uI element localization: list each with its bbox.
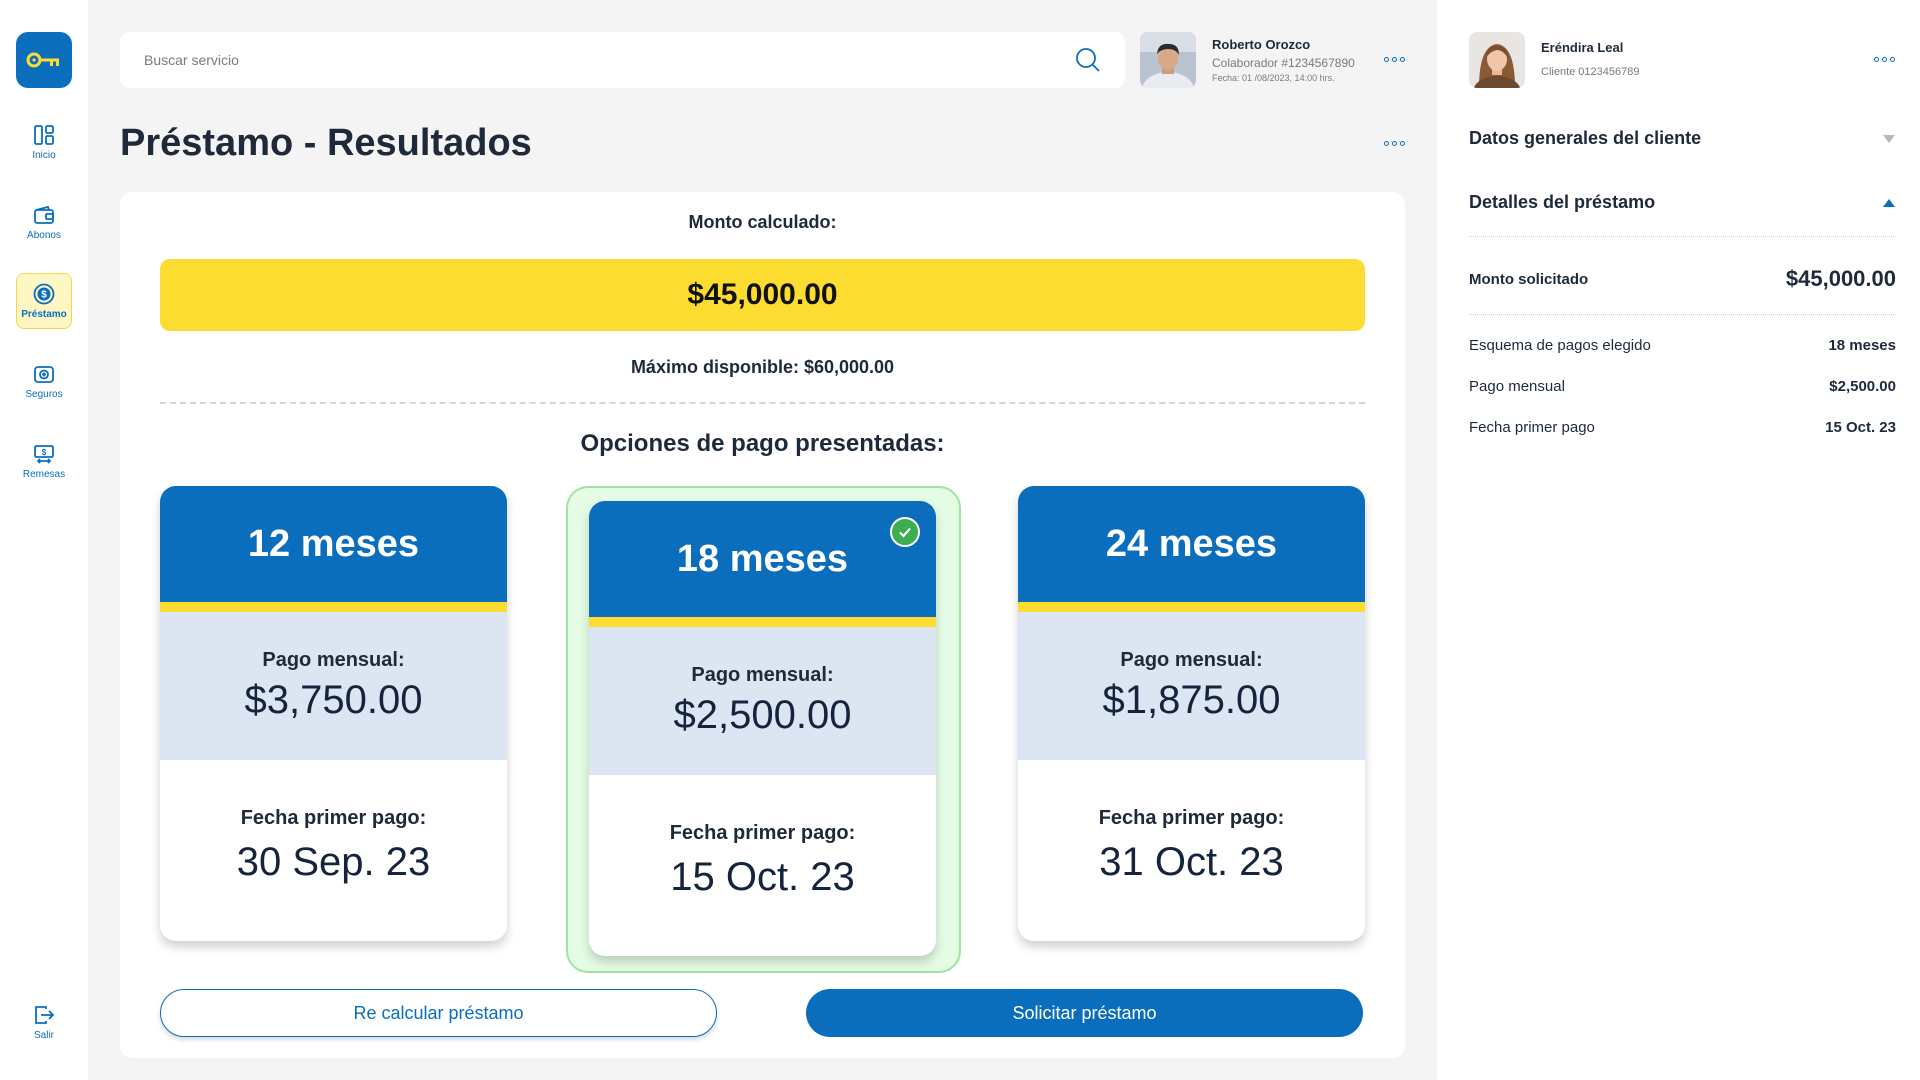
first-payment-value: 15 Oct. 23 [670,854,855,899]
calc-amount-value: $45,000.00 [160,259,1365,331]
detail-label: Esquema de pagos elegido [1469,337,1651,354]
search-bar [120,32,1125,88]
sidebar-item-inicio[interactable]: Inicio [16,114,72,170]
detail-label: Fecha primer pago [1469,419,1595,436]
wallet-icon [34,205,54,224]
sidebar-item-seguros[interactable]: Seguros [16,353,72,409]
calc-amount-label: Monto calculado: [688,212,837,232]
divider [1469,236,1896,237]
collaborator-more-icon[interactable] [1384,57,1405,62]
key-logo-icon[interactable] [16,32,72,88]
sidebar-item-prestamo[interactable]: $ Préstamo [16,273,72,329]
insurance-icon [34,365,54,383]
option-term: 12 meses [160,486,507,612]
client-name: Eréndira Leal [1541,40,1624,55]
sidebar-item-label: Seguros [25,388,63,400]
logout-icon [35,1005,55,1024]
payment-option-card[interactable]: 24 meses Pago mensual: $1,875.00 Fecha p… [1018,486,1365,941]
option-term: 18 meses [589,501,936,627]
first-payment-label: Fecha primer pago: [240,806,427,829]
options-title: Opciones de pago presentadas: [580,430,945,457]
client-avatar [1469,32,1525,88]
check-icon [890,517,920,547]
dashboard-icon [34,124,54,145]
sidebar-item-abonos[interactable]: Abonos [16,194,72,250]
first-payment-value: 31 Oct. 23 [1099,839,1284,884]
first-payment-value: 30 Sep. 23 [236,839,431,884]
dollar-coin-icon: $ [33,283,55,304]
detail-label: Pago mensual [1469,378,1565,395]
client-more-icon[interactable] [1874,57,1895,62]
sidebar-item-label: Remesas [22,468,66,480]
collaborator-name: Roberto Orozco [1212,37,1311,52]
first-payment-label: Fecha primer pago: [669,821,856,844]
monthly-label: Pago mensual: [262,649,405,671]
collaborator-avatar [1140,32,1196,88]
sidebar-item-remesas[interactable]: $ Remesas [16,433,72,489]
sidebar-item-label: Préstamo [21,308,67,320]
monthly-value: $2,500.00 [673,693,852,737]
page-more-icon[interactable] [1384,141,1405,146]
collaborator-id: Colaborador #1234567890 [1212,56,1355,70]
detail-value: 15 Oct. 23 [1825,419,1896,436]
loan-results-card: Monto calculado: $45,000.00 Máximo dispo… [120,192,1405,1058]
caret-down-icon [1883,134,1895,143]
monthly-label: Pago mensual: [1120,649,1263,671]
first-payment-label: Fecha primer pago: [1098,806,1285,829]
detail-row: Esquema de pagos elegido 18 meses [1469,337,1896,354]
money-transfer-icon: $ [34,444,54,464]
divider [160,402,1365,404]
general-data-section[interactable]: Datos generales del cliente [1469,128,1896,149]
monthly-value: $1,875.00 [1102,678,1281,722]
payment-option-card[interactable]: 12 meses Pago mensual: $3,750.00 Fecha p… [160,486,507,941]
page-title: Préstamo - Resultados [120,122,532,164]
requested-amount-row: Monto solicitado $45,000.00 [1469,264,1896,294]
request-loan-button[interactable]: Solicitar préstamo [806,989,1363,1037]
recalculate-loan-button[interactable]: Re calcular préstamo [160,989,717,1037]
section-label: Detalles del préstamo [1469,192,1656,212]
requested-amount-label: Monto solicitado [1469,270,1589,288]
svg-text:$: $ [42,448,47,457]
svg-text:$: $ [41,289,47,300]
logout-button[interactable]: Salir [16,994,72,1050]
option-term: 24 meses [1018,486,1365,612]
loan-details-section[interactable]: Detalles del préstamo [1469,192,1896,213]
detail-value: 18 meses [1828,337,1896,354]
client-id: Cliente 0123456789 [1541,66,1640,78]
payment-option-card-selected[interactable]: 18 meses Pago mensual: $2,500.00 Fecha p… [589,501,936,956]
divider [1469,314,1896,315]
requested-amount-value: $45,000.00 [1785,266,1896,291]
sidebar-item-label: Abonos [27,229,61,241]
search-icon[interactable] [1075,47,1101,73]
detail-row: Fecha primer pago 15 Oct. 23 [1469,419,1896,436]
sidebar-item-label: Inicio [32,149,56,161]
search-input[interactable] [144,52,1075,68]
detail-row: Pago mensual $2,500.00 [1469,378,1896,395]
sidebar: Inicio Abonos $ Préstamo Seguros $ Remes… [0,0,88,1080]
section-label: Datos generales del cliente [1469,128,1702,148]
max-available-text: Máximo disponible: $60,000.00 [630,357,895,377]
detail-value: $2,500.00 [1829,378,1896,395]
client-panel: Eréndira Leal Cliente 0123456789 Datos g… [1437,0,1920,1080]
collaborator-card: Roberto Orozco Colaborador #1234567890 F… [1140,32,1410,88]
monthly-label: Pago mensual: [691,664,834,686]
collaborator-date: Fecha: 01 /08/2023, 14:00 hrs. [1212,73,1335,83]
caret-up-icon [1883,198,1895,207]
logout-label: Salir [33,1029,54,1041]
monthly-value: $3,750.00 [244,678,423,722]
